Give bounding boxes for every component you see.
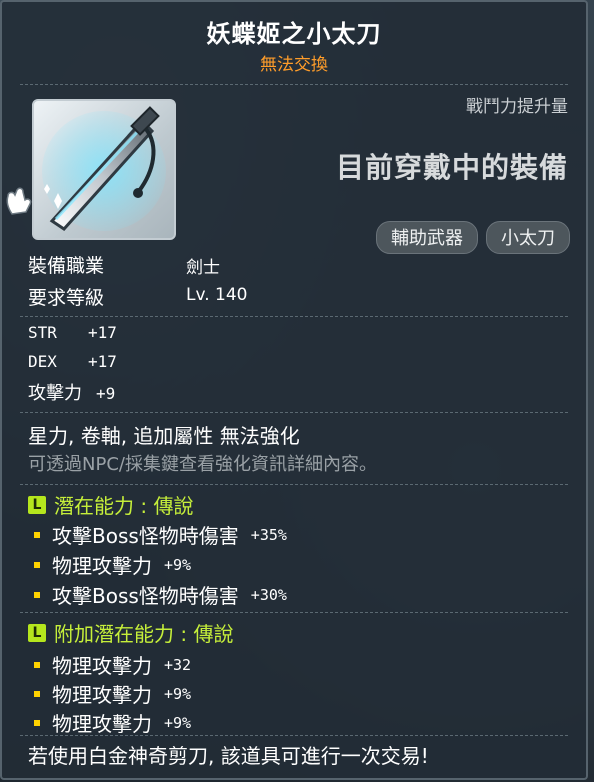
potential-line-value: +9% [164,555,192,574]
item-name: 妖蝶姬之小太刀 [206,20,382,48]
potential-line: 攻擊Boss怪物時傷害 +35% [34,520,287,549]
trade-status: 無法交換 [260,55,328,75]
stat-dex: DEX +17 [28,352,117,371]
potential-line-name: 攻擊Boss怪物時傷害 [52,584,239,608]
stat-value: +17 [88,352,117,371]
level-label: 要求等級 [28,287,105,309]
level-value: Lv. 140 [186,285,248,305]
divider-additional [20,612,568,613]
potential-line-name: 物理攻擊力 [52,554,152,578]
trade-footer-note: 若使用白金神奇剪刀, 該道具可進行一次交易! [28,744,429,768]
stat-value: +9 [96,384,116,403]
divider-top [20,84,568,85]
stat-str: STR +17 [28,323,117,342]
equip-status: 目前穿戴中的裝備 [335,151,568,184]
additional-potential-line: 物理攻擊力 +9% [34,708,191,737]
potential-line-value: +32 [164,655,192,674]
bullet-icon [34,690,40,697]
item-icon-frame [32,99,176,240]
potential-line-name: 物理攻擊力 [52,654,152,678]
legendary-badge-icon: L [28,623,46,642]
divider-footer [20,735,568,736]
tag-weapon-type: 小太刀 [486,221,570,254]
potential-line-value: +9% [164,684,192,703]
potential-header: L 潛在能力 : 傳說 [28,490,193,519]
bullet-icon [34,531,40,538]
potential-line-value: +9% [164,713,192,732]
potential-line-value: +30% [250,585,287,604]
tag-secondary-weapon: 輔助武器 [376,221,478,254]
additional-potential-line: 物理攻擊力 +9% [34,679,191,708]
potential-line-name: 物理攻擊力 [52,712,152,736]
stat-name: 攻擊力 [28,383,82,404]
additional-potential-header: L 附加潛在能力 : 傳說 [28,618,233,647]
bullet-icon [34,591,40,598]
item-tooltip: 妖蝶姬之小太刀 無法交換 戰鬥力提升量 目前穿戴中的裝備 輔助武器 小太刀 裝備… [0,0,588,780]
stat-value: +17 [88,323,117,342]
potential-line-name: 物理攻擊力 [52,683,152,707]
potential-line-name: 攻擊Boss怪物時傷害 [52,524,239,548]
job-value: 劍士 [186,258,220,278]
enhance-hint: 可透過NPC/採集鍵查看強化資訊詳細內容。 [28,454,377,475]
item-tags: 輔助武器 小太刀 [376,221,570,254]
additional-potential-line: 物理攻擊力 +32 [34,650,191,679]
kodachi-weapon-icon [42,106,166,231]
potential-line: 物理攻擊力 +9% [34,550,191,579]
stat-attack: 攻擊力 +9 [28,379,115,405]
legendary-badge-icon: L [28,495,46,514]
job-label: 裝備職業 [28,255,105,277]
bullet-icon [34,719,40,726]
stat-name: DEX [28,352,57,371]
stat-increase-header: 戰鬥力提升量 [466,97,568,117]
bullet-icon [34,661,40,668]
divider-potential [20,484,568,485]
potential-line: 攻擊Boss怪物時傷害 +30% [34,580,287,609]
additional-potential-title: 附加潛在能力 : 傳說 [54,622,234,646]
bullet-icon [34,561,40,568]
stat-name: STR [28,323,57,342]
divider-stats [20,316,568,317]
divider-notes [20,412,568,413]
hand-cursor-icon [6,187,32,215]
enhance-note: 星力, 卷軸, 追加屬性 無法強化 [28,424,300,448]
potential-title: 潛在能力 : 傳說 [54,494,194,518]
potential-line-value: +35% [250,525,287,544]
